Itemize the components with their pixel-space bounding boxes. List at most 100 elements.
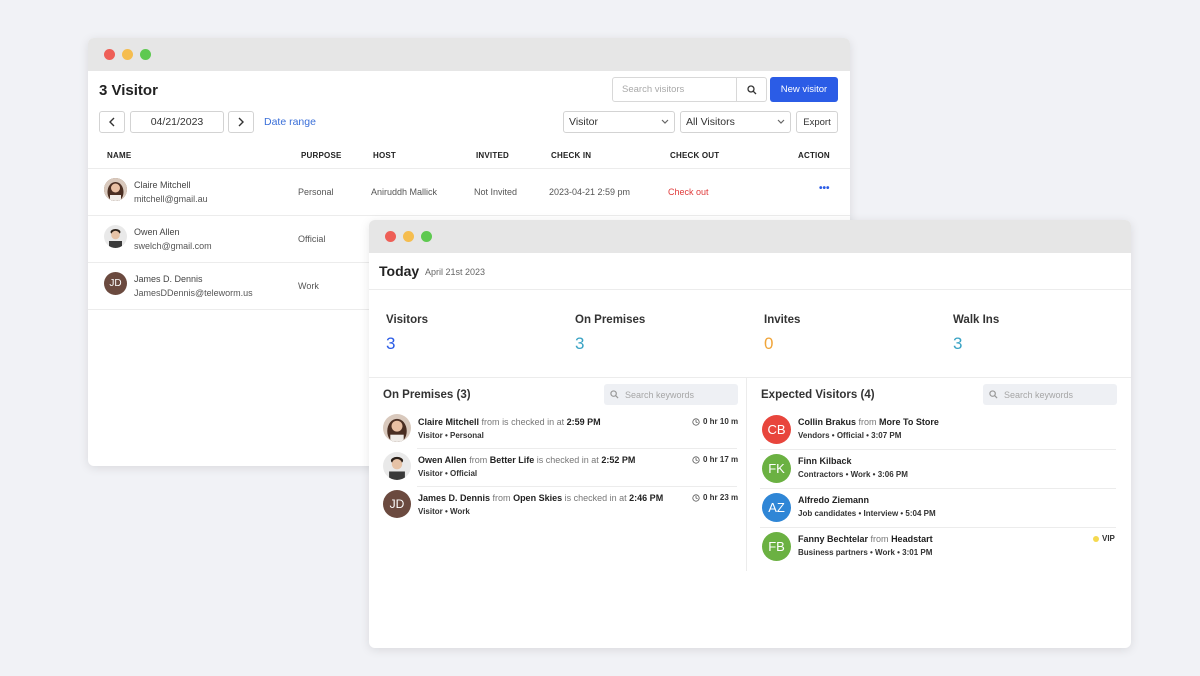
search-visitors [612, 77, 767, 102]
check-in-time: 2:52 PM [601, 455, 636, 465]
visitor-name: Claire Mitchell [134, 180, 191, 190]
visitor-email: swelch@gmail.com [134, 241, 212, 251]
vip-label: VIP [1102, 534, 1115, 543]
minimize-window-button[interactable] [122, 49, 133, 60]
duration-value: 0 hr 23 m [703, 493, 739, 502]
item-title: Fanny Bechtelar from Headstart [798, 534, 933, 544]
visitor-purpose: Official [298, 234, 326, 244]
close-window-button[interactable] [385, 231, 396, 242]
maximize-window-button[interactable] [421, 231, 432, 242]
duration: 0 hr 23 m [692, 493, 738, 502]
item-subtitle: Visitor • Work [418, 507, 470, 516]
visitor-name: Owen Allen [418, 455, 467, 465]
from-text: from [870, 534, 889, 544]
item-subtitle: Contractors • Work • 3:06 PM [798, 470, 908, 479]
window-titlebar [88, 38, 850, 71]
chevron-left-icon [109, 117, 115, 127]
search-button[interactable] [736, 78, 766, 101]
visitor-type-value: Visitor [569, 116, 598, 128]
search-icon [610, 390, 619, 399]
clock-icon [692, 417, 700, 426]
chevron-down-icon [777, 119, 785, 124]
next-date-button[interactable] [228, 111, 254, 133]
company-name: Open Skies [513, 493, 563, 503]
stat-value-walk-ins: 3 [953, 334, 963, 353]
visitor-type-select[interactable]: Visitor [563, 111, 675, 133]
search-icon [746, 84, 756, 94]
on-premises-search [604, 384, 738, 405]
divider [417, 448, 737, 449]
new-visitor-button[interactable]: New visitor [770, 77, 838, 102]
visitor-email: JamesDDennis@teleworm.us [134, 288, 253, 298]
visitor-purpose: Personal [298, 187, 334, 197]
stat-label-walk-ins: Walk Ins [953, 314, 1000, 326]
visitor-purpose: Work [298, 281, 319, 291]
avatar [104, 225, 127, 248]
visitor-name: Finn Kilback [798, 456, 852, 466]
visitor-name: Collin Brakus [798, 417, 857, 427]
column-header-check-out[interactable]: CHECK OUT [670, 151, 719, 160]
row-actions-button[interactable]: ••• [819, 183, 830, 194]
visitor-name: James D. Dennis [134, 274, 203, 284]
divider [369, 377, 1131, 378]
item-subtitle: Job candidates • Interview • 5:04 PM [798, 509, 936, 518]
expected-visitors-title: Expected Visitors (4) [761, 389, 875, 401]
prev-date-button[interactable] [99, 111, 125, 133]
column-header-action[interactable]: ACTION [798, 151, 830, 160]
expected-visitors-search [983, 384, 1117, 405]
stat-value-visitors: 3 [386, 334, 396, 353]
column-header-name[interactable]: NAME [107, 151, 131, 160]
column-header-check-in[interactable]: CHECK IN [551, 151, 591, 160]
duration-value: 0 hr 10 m [703, 417, 739, 426]
duration: 0 hr 17 m [692, 455, 738, 464]
item-title: Alfredo Ziemann [798, 495, 869, 505]
clock-icon [692, 493, 700, 502]
clock-icon [692, 455, 700, 464]
column-header-host[interactable]: HOST [373, 151, 396, 160]
divider [760, 488, 1116, 489]
item-title: James D. Dennis from Open Skies is check… [418, 493, 663, 503]
avatar [104, 178, 127, 201]
company-name: More To Store [879, 417, 939, 427]
column-header-invited[interactable]: INVITED [476, 151, 509, 160]
check-in-time: 2:46 PM [629, 493, 664, 503]
divider [417, 486, 737, 487]
divider [88, 168, 850, 169]
date-picker[interactable]: 04/21/2023 [130, 111, 224, 133]
company-name: Better Life [489, 455, 535, 465]
panel-divider [746, 377, 747, 571]
date-range-link[interactable]: Date range [264, 116, 316, 128]
chevron-down-icon [661, 119, 669, 124]
visitor-check-in: 2023-04-21 2:59 pm [549, 187, 631, 197]
page-title: 3 Visitor [99, 82, 158, 99]
visitor-invited: Not Invited [474, 187, 518, 197]
from-text: from [469, 455, 488, 465]
duration-value: 0 hr 17 m [703, 455, 739, 464]
check-out-link[interactable]: Check out [668, 187, 709, 197]
divider [760, 527, 1116, 528]
checked-in-text: is checked in at [536, 455, 599, 465]
column-header-purpose[interactable]: PURPOSE [301, 151, 342, 160]
duration: 0 hr 10 m [692, 417, 738, 426]
search-icon [989, 390, 998, 399]
checked-in-text: is checked in at [564, 493, 627, 503]
search-keywords-input[interactable] [1004, 389, 1114, 400]
maximize-window-button[interactable] [140, 49, 151, 60]
minimize-window-button[interactable] [403, 231, 414, 242]
close-window-button[interactable] [104, 49, 115, 60]
visitor-status-select[interactable]: All Visitors [680, 111, 791, 133]
visitor-email: mitchell@gmail.au [134, 194, 208, 204]
stat-label-invites: Invites [764, 314, 801, 326]
avatar: FB [762, 532, 791, 561]
search-input[interactable] [613, 78, 736, 101]
export-button[interactable]: Export [796, 111, 838, 133]
stat-label-on-premises: On Premises [575, 314, 646, 326]
stat-label-visitors: Visitors [386, 314, 428, 326]
from-text: from [492, 493, 511, 503]
visitor-name: Alfredo Ziemann [798, 495, 870, 505]
visitor-name: James D. Dennis [418, 493, 491, 503]
item-title: Collin Brakus from More To Store [798, 417, 939, 427]
divider [760, 449, 1116, 450]
item-subtitle: Visitor • Official [418, 469, 478, 478]
search-keywords-input[interactable] [625, 389, 735, 400]
